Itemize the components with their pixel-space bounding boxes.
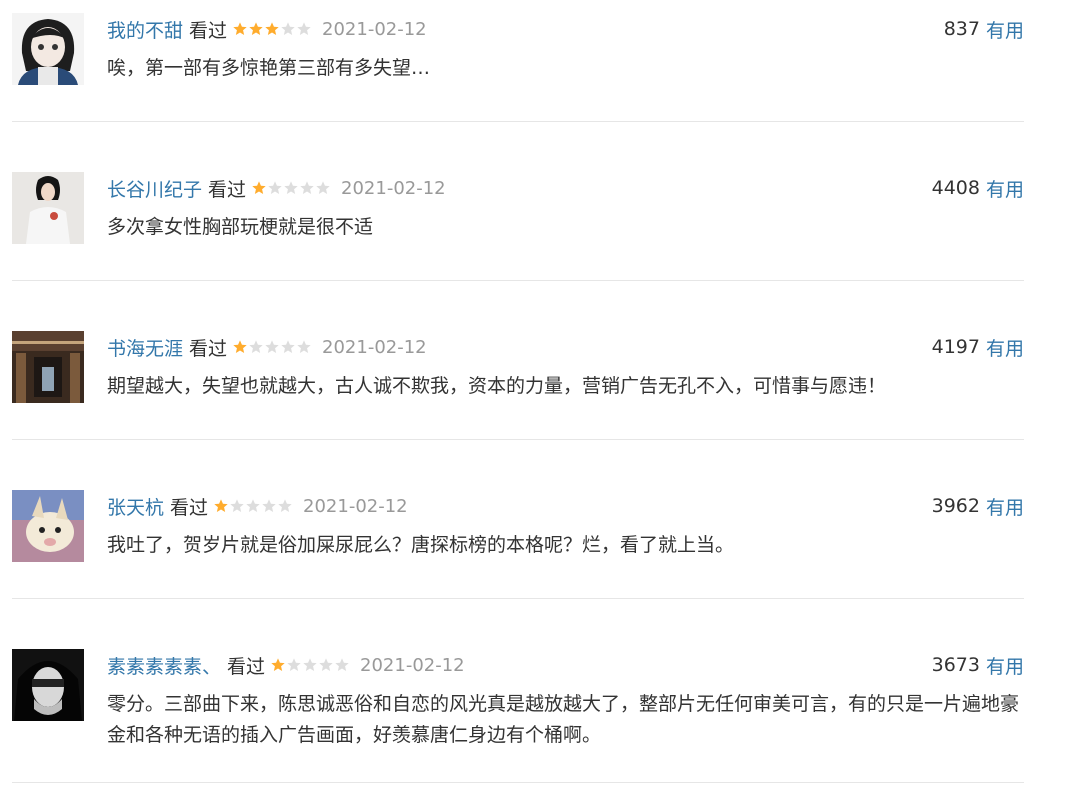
useful-button[interactable]: 有用 xyxy=(986,652,1024,679)
comment-text: 多次拿女性胸部玩梗就是很不适 xyxy=(107,216,374,238)
star-icon xyxy=(316,181,330,194)
star-icon xyxy=(281,22,295,35)
comment-item: 书海无涯 看过 2021-02-12 4197 有用 期望越大，失望也就越大，古… xyxy=(12,318,1024,439)
comment-meta: 书海无涯 看过 2021-02-12 xyxy=(107,334,427,360)
divider xyxy=(12,439,1024,440)
comment-text: 期望越大，失望也就越大，古人诚不欺我，资本的力量，营销广告无孔不入，可惜事与愿违… xyxy=(107,375,887,397)
star-icon xyxy=(265,22,279,35)
star-icon xyxy=(281,340,295,353)
watch-status: 看过 xyxy=(227,655,266,678)
username-link[interactable]: 张天杭 xyxy=(107,493,164,520)
star-rating xyxy=(270,657,350,673)
star-icon xyxy=(246,499,260,512)
star-icon xyxy=(233,340,247,353)
comment-item: 长谷川纪子 看过 2021-02-12 4408 有用 多次拿女性胸部玩梗就是很… xyxy=(12,159,1024,280)
divider xyxy=(12,121,1024,122)
vote-count: 4408 xyxy=(931,177,980,199)
vote-count: 3673 xyxy=(931,654,980,676)
star-icon xyxy=(230,499,244,512)
star-icon xyxy=(268,181,282,194)
anime-girl-avatar[interactable] xyxy=(12,13,84,85)
star-icon xyxy=(303,658,317,671)
username-link[interactable]: 我的不甜 xyxy=(107,16,183,43)
star-icon xyxy=(249,22,263,35)
divider xyxy=(12,280,1024,281)
star-icon xyxy=(297,340,311,353)
comment-date: 2021-02-12 xyxy=(341,177,446,199)
star-rating xyxy=(251,180,331,196)
star-icon xyxy=(249,340,263,353)
comment-item: 张天杭 看过 2021-02-12 3962 有用 我吐了，贺岁片就是俗加屎尿屁… xyxy=(12,477,1024,598)
watch-status: 看过 xyxy=(189,337,228,360)
comment-text: 零分。三部曲下来，陈思诚恶俗和自恋的风光真是越放越大了，整部片无任何审美可言，有… xyxy=(107,693,1020,746)
watch-status: 看过 xyxy=(170,496,209,519)
woman-photo-avatar[interactable] xyxy=(12,172,84,244)
bw-portrait-avatar[interactable] xyxy=(12,649,84,721)
vote-area: 4408 有用 xyxy=(932,175,1024,201)
star-icon xyxy=(319,658,333,671)
star-icon xyxy=(214,499,228,512)
vote-count: 4197 xyxy=(931,336,980,358)
star-icon xyxy=(335,658,349,671)
comment-date: 2021-02-12 xyxy=(322,336,427,358)
vote-area: 3673 有用 xyxy=(932,652,1024,678)
username-link[interactable]: 长谷川纪子 xyxy=(107,175,202,202)
star-icon xyxy=(297,22,311,35)
comment-item: 素素素素素、 看过 2021-02-12 3673 有用 零分。三部曲下来，陈思… xyxy=(12,636,1024,782)
watch-status: 看过 xyxy=(208,178,247,201)
comment-meta: 我的不甜 看过 2021-02-12 xyxy=(107,16,427,42)
star-icon xyxy=(284,181,298,194)
star-icon xyxy=(300,181,314,194)
divider xyxy=(12,782,1024,783)
star-rating xyxy=(232,339,312,355)
vote-area: 3962 有用 xyxy=(932,493,1024,519)
comment-text: 唉，第一部有多惊艳第三部有多失望… xyxy=(107,57,431,79)
comment-meta: 长谷川纪子 看过 2021-02-12 xyxy=(107,175,446,201)
star-icon xyxy=(287,658,301,671)
comment-date: 2021-02-12 xyxy=(303,495,408,517)
comment-meta: 素素素素素、 看过 2021-02-12 xyxy=(107,652,465,678)
star-icon xyxy=(262,499,276,512)
star-rating xyxy=(232,21,312,37)
comment-item: 我的不甜 看过 2021-02-12 837 有用 唉，第一部有多惊艳第三部有多… xyxy=(12,0,1024,121)
vote-area: 4197 有用 xyxy=(932,334,1024,360)
comment-meta: 张天杭 看过 2021-02-12 xyxy=(107,493,408,519)
star-icon xyxy=(233,22,247,35)
library-photo-avatar[interactable] xyxy=(12,331,84,403)
comment-date: 2021-02-12 xyxy=(360,654,465,676)
comment-date: 2021-02-12 xyxy=(322,18,427,40)
useful-button[interactable]: 有用 xyxy=(986,334,1024,361)
plush-toy-avatar[interactable] xyxy=(12,490,84,562)
star-icon xyxy=(252,181,266,194)
username-link[interactable]: 素素素素素、 xyxy=(107,652,221,679)
divider xyxy=(12,598,1024,599)
username-link[interactable]: 书海无涯 xyxy=(107,334,183,361)
star-icon xyxy=(278,499,292,512)
star-icon xyxy=(271,658,285,671)
comment-text: 我吐了，贺岁片就是俗加屎尿屁么？唐探标榜的本格呢？烂，看了就上当。 xyxy=(107,534,735,556)
star-rating xyxy=(213,498,293,514)
useful-button[interactable]: 有用 xyxy=(986,16,1024,43)
star-icon xyxy=(265,340,279,353)
watch-status: 看过 xyxy=(189,19,228,42)
vote-count: 837 xyxy=(943,18,980,40)
vote-count: 3962 xyxy=(931,495,980,517)
useful-button[interactable]: 有用 xyxy=(986,493,1024,520)
useful-button[interactable]: 有用 xyxy=(986,175,1024,202)
vote-area: 837 有用 xyxy=(944,16,1024,42)
